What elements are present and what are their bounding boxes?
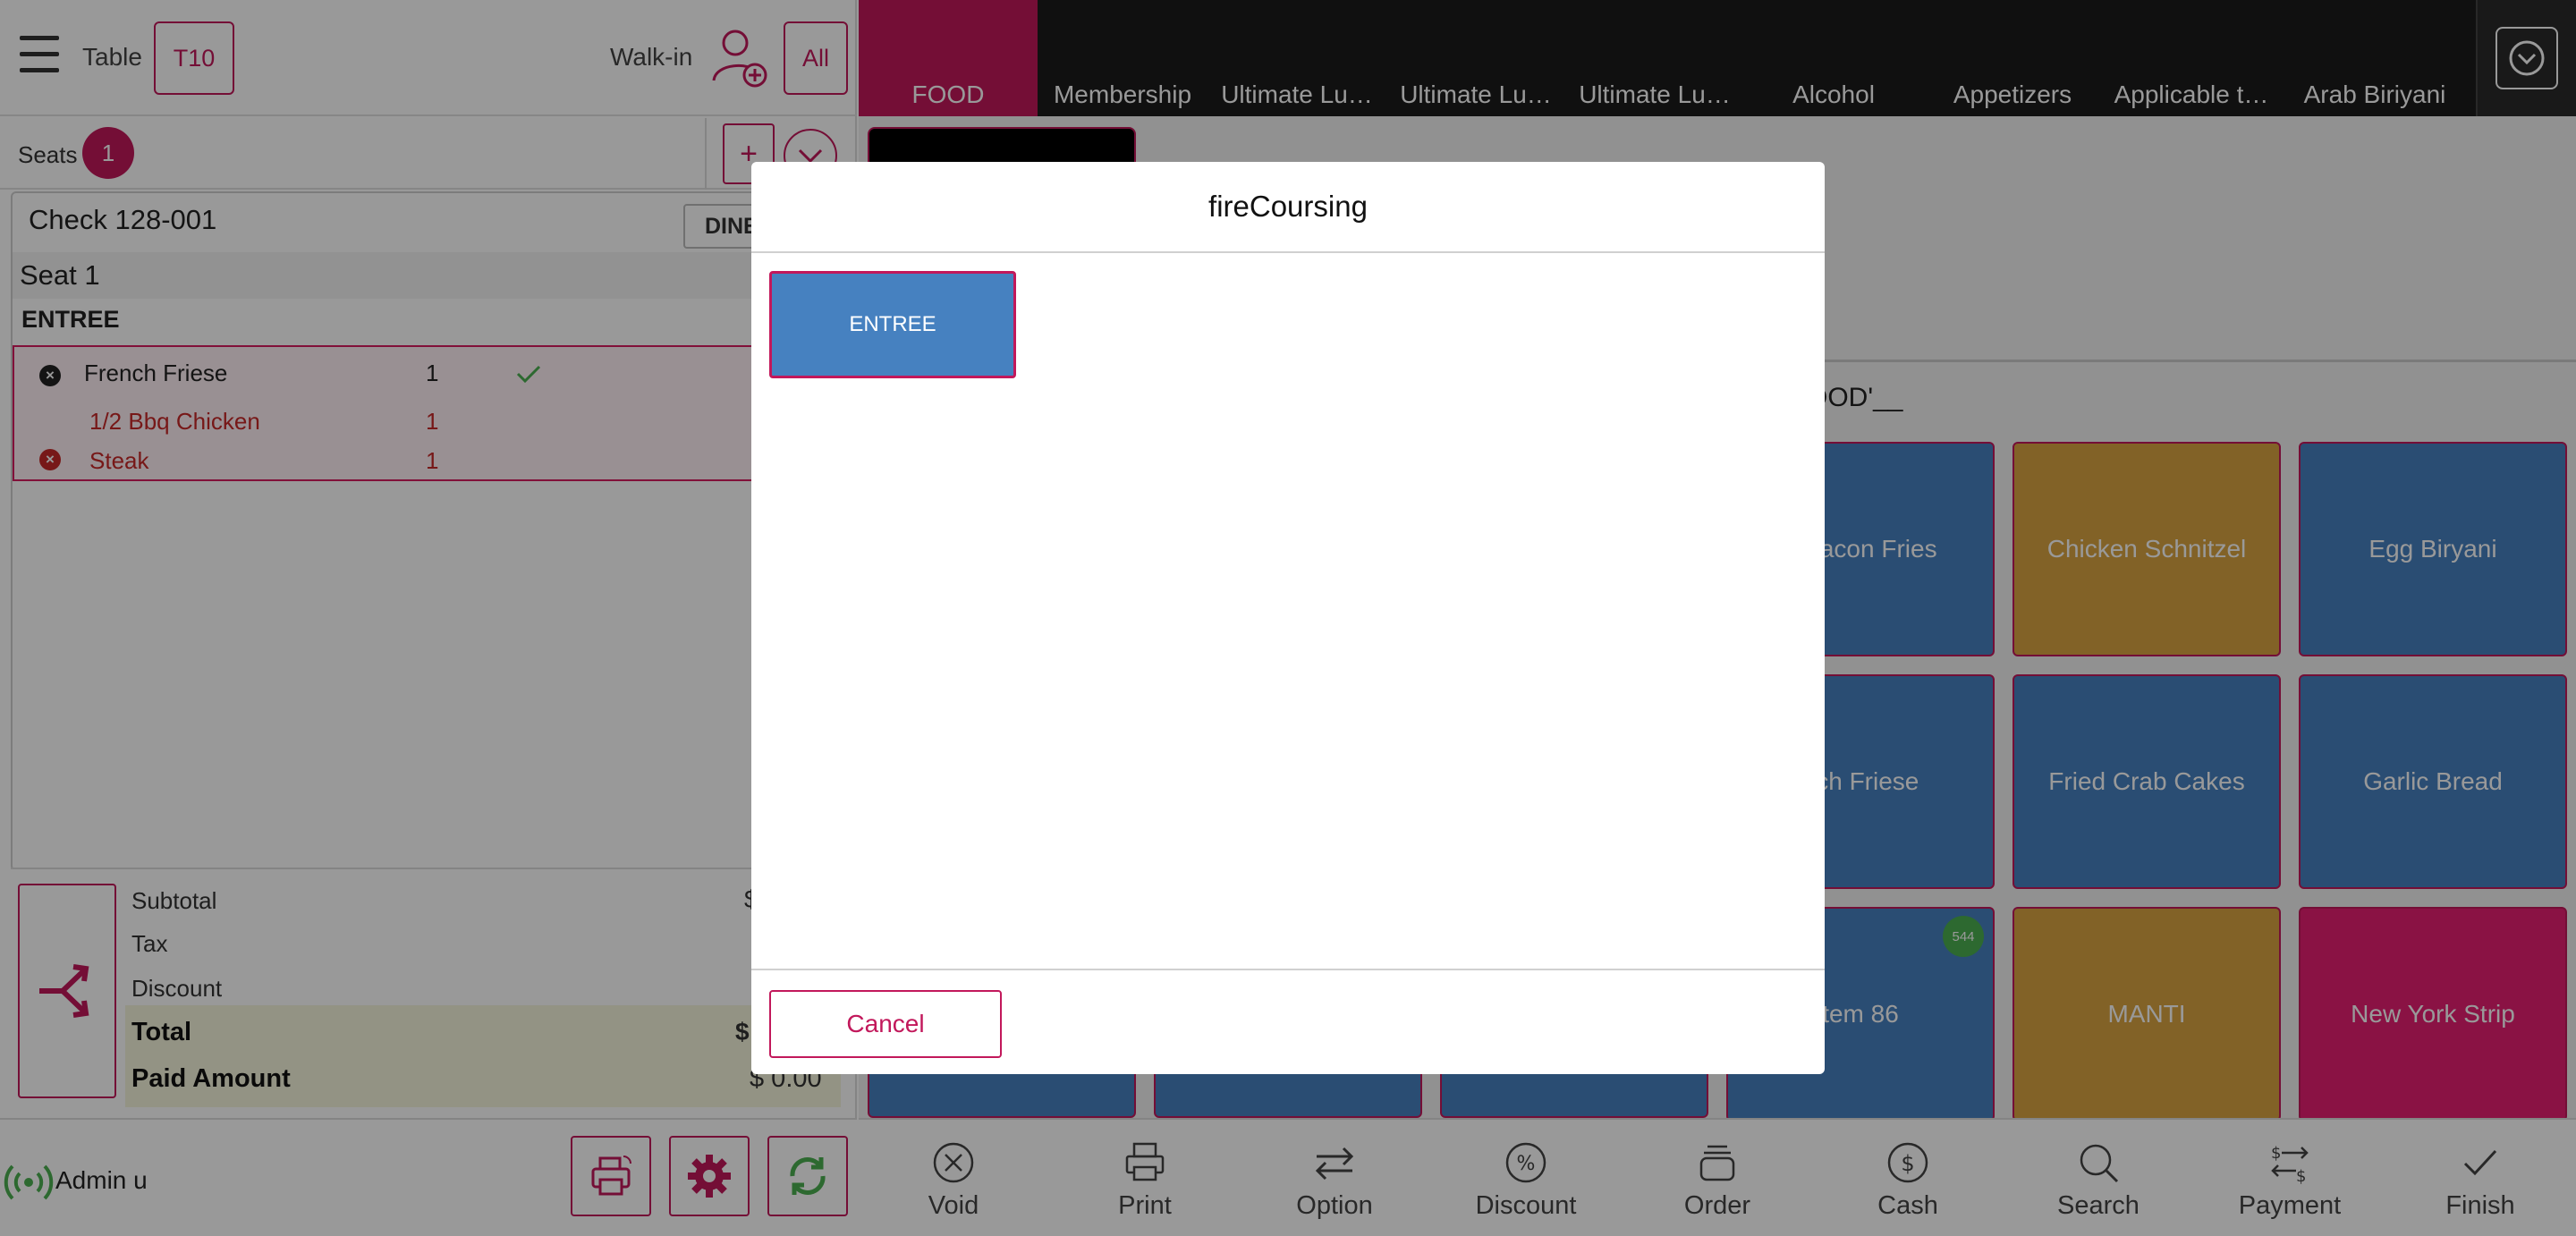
cancel-button[interactable]: Cancel — [769, 990, 1002, 1058]
dialog-title: fireCoursing — [751, 162, 1825, 253]
dialog-footer: Cancel — [751, 969, 1825, 1074]
fire-coursing-dialog: fireCoursing ENTREE Cancel — [751, 162, 1825, 1074]
course-entree-button[interactable]: ENTREE — [769, 271, 1016, 378]
